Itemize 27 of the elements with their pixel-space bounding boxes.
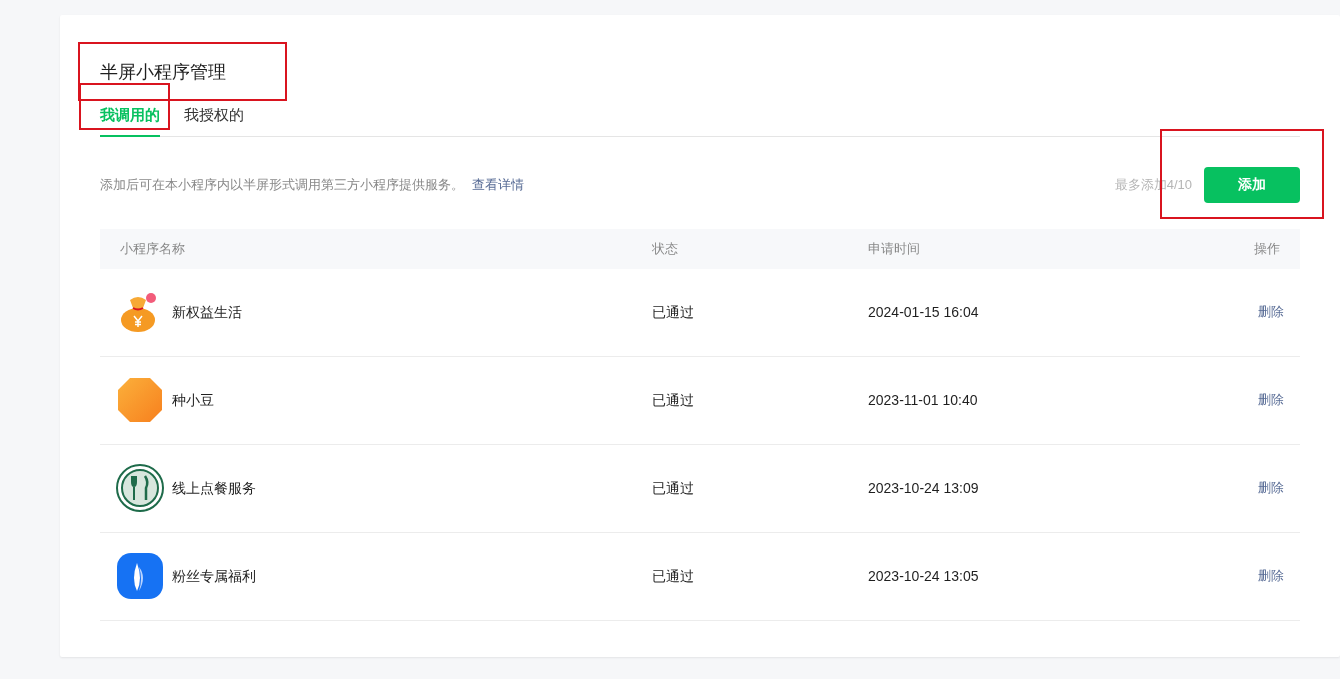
status-cell-text: 已通过: [651, 390, 694, 410]
leaf-logo-icon: [117, 553, 163, 599]
status-cell-text: 已通过: [651, 566, 694, 586]
description-text: 添加后可在本小程序内以半屏形式调用第三方小程序提供服务。: [100, 176, 464, 192]
column-header: 状态: [652, 239, 678, 258]
delete-link[interactable]: 删除: [1258, 302, 1284, 322]
delete-link[interactable]: 删除: [1258, 390, 1284, 410]
time-cell-text: 2024-01-15 16:04: [867, 302, 979, 322]
delete-link[interactable]: 删除: [1258, 566, 1284, 586]
column-header: 申请时间: [868, 239, 920, 258]
column-header: 小程序名称: [120, 239, 185, 258]
status-cell-text: 已通过: [651, 478, 694, 498]
column-header: 操作: [1254, 239, 1280, 258]
time-cell-text: 2023-10-24 13:05: [867, 566, 979, 586]
fork-knife-icon: [116, 464, 164, 512]
time-cell-text: 2023-10-24 13:09: [867, 478, 979, 498]
app-logo-icon: [118, 378, 162, 422]
delete-link[interactable]: 删除: [1258, 478, 1284, 498]
app-name: 线上点餐服务: [172, 478, 256, 498]
details-link[interactable]: 查看详情: [472, 176, 524, 192]
time-cell-text: 2023-11-01 10:40: [867, 390, 978, 410]
status-cell-text: 已通过: [651, 302, 694, 322]
app-name: 种小豆: [172, 390, 214, 410]
tab[interactable]: 我授权的: [184, 104, 244, 137]
app-name: 粉丝专属福利: [172, 566, 256, 586]
page-title: 半屏小程序管理: [100, 61, 226, 84]
app-name: 新权益生活: [172, 302, 242, 322]
